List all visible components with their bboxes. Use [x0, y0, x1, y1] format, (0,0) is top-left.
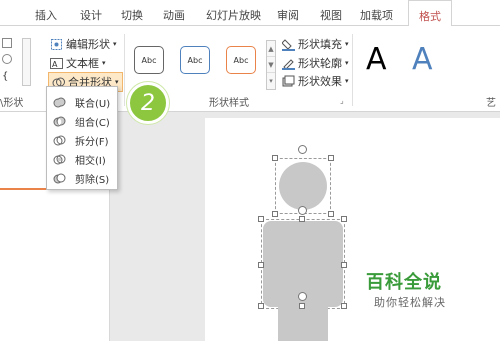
text-box-button[interactable]: A 文本框 ▾ — [50, 55, 106, 71]
shape-effects-button[interactable]: 形状效果 ▾ — [282, 73, 349, 89]
edit-shape-label: 编辑形状 — [66, 38, 110, 51]
rectangle-shape[interactable] — [278, 305, 328, 341]
slide-canvas[interactable] — [205, 118, 500, 341]
tab-transitions[interactable]: 切换 — [121, 7, 143, 23]
shape-style-sample-2[interactable]: Abc — [180, 46, 210, 74]
chevron-down-icon: ▾ — [345, 40, 349, 48]
tab-review[interactable]: 审阅 — [277, 7, 299, 23]
wordart-group-label: 艺 — [486, 98, 496, 109]
shape-fill-button[interactable]: 形状填充 ▾ — [281, 36, 349, 52]
menu-item-label: 相交(I) — [75, 155, 106, 167]
dialog-launcher-icon[interactable]: ⌟ — [340, 96, 344, 105]
chevron-down-icon: ▾ — [345, 77, 349, 85]
menu-item-label: 拆分(F) — [75, 136, 109, 148]
shape-outline-button[interactable]: 形状轮廓 ▾ — [282, 55, 349, 71]
chevron-down-icon: ▾ — [102, 59, 106, 67]
union-icon — [53, 96, 66, 109]
divider — [124, 34, 125, 106]
shape-styles-group-label: 形状样式 — [209, 98, 249, 109]
gallery-more-icon[interactable]: ▾ — [267, 73, 275, 89]
combine-icon — [53, 115, 66, 128]
edit-shape-button[interactable]: 编辑形状 ▾ — [50, 36, 117, 52]
resize-handle[interactable] — [328, 155, 334, 161]
chevron-down-icon: ▾ — [113, 40, 117, 48]
ribbon-tab-bar: 插入 设计 切换 动画 幻灯片放映 审阅 视图 加载项 格式 — [0, 0, 500, 27]
menu-item-label: 组合(C) — [75, 117, 110, 129]
tab-addins[interactable]: 加载项 — [360, 7, 393, 23]
watermark-subtitle: 助你轻松解决 — [374, 296, 446, 309]
scroll-down-icon[interactable]: ▼ — [267, 57, 275, 73]
resize-handle[interactable] — [258, 262, 264, 268]
edit-shape-icon — [50, 38, 63, 51]
tab-view[interactable]: 视图 — [320, 7, 342, 23]
menu-item-fragment[interactable]: 拆分(F) — [47, 131, 117, 149]
step-number-badge: 2 — [127, 82, 169, 124]
menu-item-label: 剪除(S) — [75, 174, 110, 186]
shape-style-sample-3[interactable]: Abc — [226, 46, 256, 74]
resize-handle[interactable] — [258, 216, 264, 222]
rotate-handle-icon[interactable] — [298, 292, 307, 301]
subtract-icon — [53, 172, 66, 185]
resize-handle[interactable] — [328, 211, 334, 217]
fragment-icon — [53, 134, 66, 147]
tab-design[interactable]: 设计 — [80, 7, 102, 23]
chevron-down-icon: ▾ — [345, 59, 349, 67]
resize-handle[interactable] — [258, 303, 264, 309]
menu-item-label: 联合(U) — [75, 98, 111, 110]
shape-gallery-partial[interactable]: { — [2, 38, 38, 88]
text-box-icon: A — [50, 57, 63, 70]
resize-handle[interactable] — [341, 262, 347, 268]
rotate-handle-icon[interactable] — [298, 206, 307, 215]
svg-text:A: A — [52, 60, 58, 69]
wordart-style-2[interactable]: A — [412, 42, 433, 77]
intersect-icon — [53, 153, 66, 166]
chevron-down-icon: ▾ — [115, 78, 119, 86]
gallery-scroll[interactable]: ▲ ▼ ▾ — [266, 40, 276, 90]
wordart-style-1[interactable]: A — [366, 42, 387, 77]
resize-handle[interactable] — [272, 211, 278, 217]
insert-shapes-group-label: \形状 — [0, 98, 24, 109]
text-box-label: 文本框 — [66, 57, 99, 70]
paint-bucket-icon — [281, 38, 295, 51]
shape-style-sample-1[interactable]: Abc — [134, 46, 164, 74]
watermark-title: 百科全说 — [366, 272, 442, 293]
tab-insert[interactable]: 插入 — [35, 7, 57, 23]
tab-slideshow[interactable]: 幻灯片放映 — [206, 7, 261, 23]
circle-shape[interactable] — [279, 162, 327, 210]
rotate-handle-icon[interactable] — [298, 145, 307, 154]
shape-effects-label: 形状效果 — [298, 75, 342, 88]
divider — [352, 34, 353, 106]
shape-fill-label: 形状填充 — [298, 38, 342, 51]
menu-item-union[interactable]: 联合(U) — [47, 93, 117, 111]
scroll-up-icon[interactable]: ▲ — [267, 41, 275, 57]
pencil-icon — [282, 57, 295, 70]
tab-animations[interactable]: 动画 — [163, 7, 185, 23]
menu-item-subtract[interactable]: 剪除(S) — [47, 169, 117, 187]
merge-shapes-menu: 联合(U) 组合(C) 拆分(F) 相交(I) 剪除(S) — [46, 86, 118, 190]
menu-item-combine[interactable]: 组合(C) — [47, 112, 117, 130]
effects-icon — [282, 75, 295, 88]
resize-handle[interactable] — [299, 303, 305, 309]
menu-item-intersect[interactable]: 相交(I) — [47, 150, 117, 168]
tab-format[interactable]: 格式 — [408, 0, 452, 27]
resize-handle[interactable] — [272, 155, 278, 161]
resize-handle[interactable] — [299, 216, 305, 222]
resize-handle[interactable] — [341, 303, 347, 309]
shape-outline-label: 形状轮廓 — [298, 57, 342, 70]
resize-handle[interactable] — [341, 216, 347, 222]
